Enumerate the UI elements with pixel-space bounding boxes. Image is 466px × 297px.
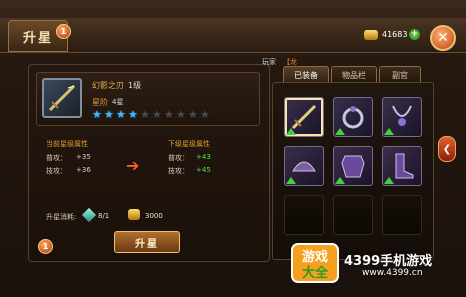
star-empty-icon: ★ bbox=[164, 108, 174, 121]
star-empty-icon: ★ bbox=[176, 108, 186, 121]
item-name: 幻影之刃 bbox=[92, 81, 124, 90]
notification-badge: 1 bbox=[56, 24, 71, 39]
upgrade-star-screen: 升星 1 41683 + ✕ 幻影之刃 1级 星阶 4星 ★ ★ ★ ★ ★ ★ ★ ★ ★ ★ … bbox=[0, 0, 466, 297]
star-rank-label: 星阶 bbox=[92, 98, 108, 107]
watermark-logo-line2: 大全 bbox=[302, 265, 329, 281]
watermark-logo-line1: 游戏 bbox=[302, 249, 328, 265]
next-attr-title: 下级星级属性 bbox=[168, 140, 210, 148]
current-normal-attack-value: +35 bbox=[76, 153, 91, 161]
close-button[interactable]: ✕ bbox=[430, 25, 456, 51]
upgrade-available-icon bbox=[335, 177, 345, 184]
gold-coin-icon bbox=[364, 30, 378, 40]
gem-cost: 8/1 bbox=[98, 212, 110, 220]
equipment-slot[interactable] bbox=[284, 146, 324, 186]
next-normal-attack-label: 普攻： bbox=[168, 154, 189, 162]
watermark-logo: 游戏 大全 bbox=[291, 243, 339, 283]
star-empty-icon: ★ bbox=[140, 108, 150, 121]
next-skill-attack-value: +45 bbox=[196, 166, 211, 174]
add-gold-button[interactable]: + bbox=[409, 29, 420, 40]
star-empty-icon: ★ bbox=[152, 108, 162, 121]
watermark-url: www.4399.cn bbox=[362, 268, 423, 278]
watermark-site-name: 4399手机游戏 bbox=[344, 254, 433, 269]
gold-cost: 3000 bbox=[145, 212, 163, 220]
star-filled-icon: ★ bbox=[116, 108, 126, 121]
star-filled-icon: ★ bbox=[104, 108, 114, 121]
equipment-slot[interactable] bbox=[382, 97, 422, 137]
equipment-slot[interactable] bbox=[333, 195, 373, 235]
tab-equipped[interactable]: 已装备 bbox=[283, 66, 329, 83]
arrow-right-icon: ➔ bbox=[126, 156, 140, 175]
star-rating: ★ ★ ★ ★ ★ ★ ★ ★ ★ ★ bbox=[92, 109, 211, 120]
equipment-slot[interactable] bbox=[382, 195, 422, 235]
upgrade-available-icon bbox=[335, 128, 345, 135]
tab-inventory[interactable]: 物品栏 bbox=[331, 66, 377, 83]
item-sword-icon bbox=[42, 78, 82, 118]
star-filled-icon: ★ bbox=[128, 108, 138, 121]
chevron-left-icon: ❮ bbox=[442, 143, 452, 155]
star-empty-icon: ★ bbox=[200, 108, 210, 121]
gold-amount: 41683 bbox=[382, 30, 408, 39]
upgrade-available-icon bbox=[286, 177, 296, 184]
next-page-arrow[interactable]: ❮ bbox=[438, 136, 456, 162]
star-rank-value: 4星 bbox=[112, 98, 124, 106]
upgrade-star-button[interactable]: 升星 bbox=[114, 231, 180, 253]
current-skill-attack-value: +36 bbox=[76, 166, 91, 174]
current-skill-attack-label: 技攻： bbox=[46, 167, 67, 175]
cost-label: 升星消耗: bbox=[46, 213, 77, 221]
equipment-slot[interactable] bbox=[333, 146, 373, 186]
next-skill-attack-label: 技攻： bbox=[168, 167, 189, 175]
player-label: 玩家 bbox=[262, 58, 276, 66]
next-normal-attack-value: +43 bbox=[196, 153, 211, 161]
equipment-slot[interactable] bbox=[284, 195, 324, 235]
notification-badge-bottom: 1 bbox=[38, 239, 53, 254]
tab-deputy[interactable]: 副官 bbox=[379, 66, 421, 83]
upgrade-available-icon bbox=[384, 177, 394, 184]
current-attr-title: 当前星级属性 bbox=[46, 140, 88, 148]
equipment-slot[interactable] bbox=[382, 146, 422, 186]
equipment-slot[interactable] bbox=[333, 97, 373, 137]
star-filled-icon: ★ bbox=[92, 108, 102, 121]
upgrade-available-icon bbox=[384, 128, 394, 135]
page-title: 升星 bbox=[22, 30, 53, 46]
equipment-slot[interactable] bbox=[284, 97, 324, 137]
item-level: 1级 bbox=[128, 81, 142, 90]
upgrade-available-icon bbox=[286, 128, 296, 135]
current-normal-attack-label: 普攻： bbox=[46, 154, 67, 162]
star-empty-icon: ★ bbox=[188, 108, 198, 121]
close-icon: ✕ bbox=[437, 30, 449, 46]
gold-icon bbox=[128, 209, 140, 220]
